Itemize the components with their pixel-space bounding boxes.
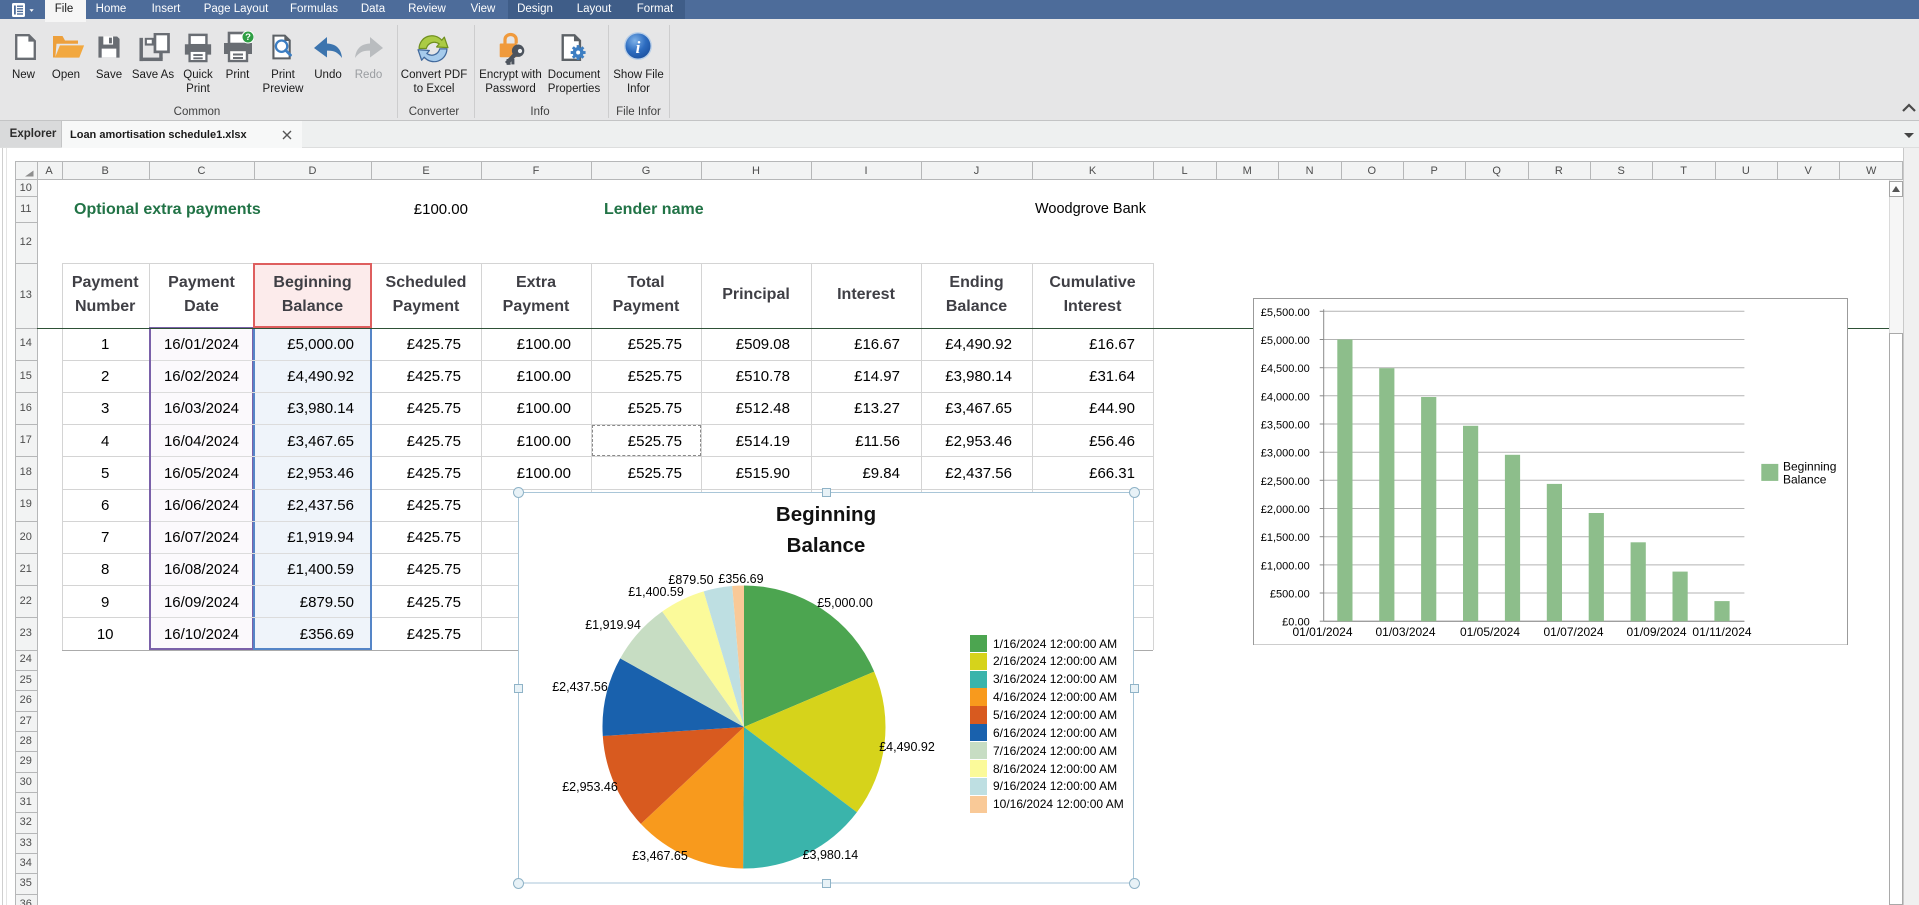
svg-text:£5,500.00: £5,500.00 [1261,306,1310,318]
svg-text:£4,500.00: £4,500.00 [1261,363,1310,375]
svg-text:i: i [636,38,641,57]
svg-text:£2,000.00: £2,000.00 [1261,504,1310,516]
svg-text:£500.00: £500.00 [1270,588,1310,600]
svg-text:£1,500.00: £1,500.00 [1261,532,1310,544]
svg-text:01/05/2024: 01/05/2024 [1460,625,1520,639]
svg-text:01/09/2024: 01/09/2024 [1626,625,1686,639]
svg-text:£5,000.00: £5,000.00 [1261,335,1310,347]
svg-text:£1,000.00: £1,000.00 [1261,560,1310,572]
svg-text:01/07/2024: 01/07/2024 [1543,625,1603,639]
svg-text:01/01/2024: 01/01/2024 [1292,625,1352,639]
svg-text:?: ? [245,32,251,43]
svg-text:01/03/2024: 01/03/2024 [1375,625,1435,639]
svg-text:£3,000.00: £3,000.00 [1261,447,1310,459]
svg-text:£4,000.00: £4,000.00 [1261,391,1310,403]
svg-text:01/11/2024: 01/11/2024 [1692,625,1751,639]
svg-text:Beginning: Beginning [1783,459,1836,473]
svg-text:£2,500.00: £2,500.00 [1261,475,1310,487]
svg-text:£3,500.00: £3,500.00 [1261,419,1310,431]
svg-text:Balance: Balance [1783,472,1827,486]
